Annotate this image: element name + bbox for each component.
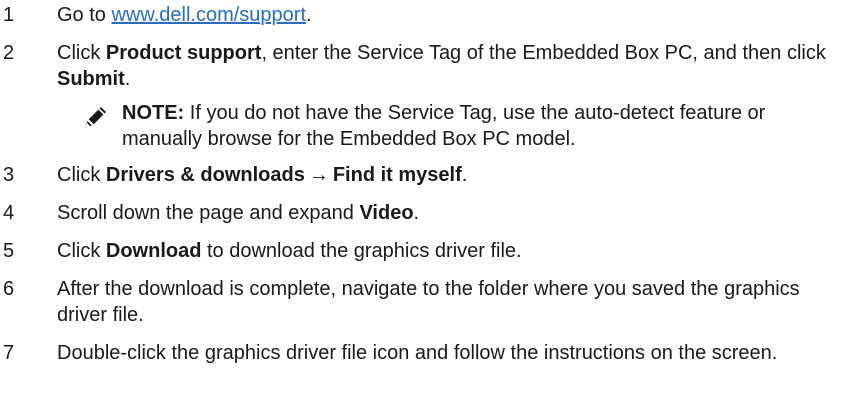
step-number: 4: [3, 202, 15, 224]
step-text-part: Click: [57, 164, 106, 186]
support-link[interactable]: www.dell.com/support: [111, 4, 306, 26]
submit-label: Submit: [57, 68, 125, 90]
product-support-label: Product support: [105, 42, 262, 64]
step-4: 4 Scroll down the page and expand Video.: [0, 200, 848, 226]
steps-list: 1 Go to www.dell.com/support. 2 Click Pr…: [0, 0, 848, 366]
step-text-part: Go to: [57, 4, 112, 26]
step-number: 7: [3, 342, 15, 364]
step-text-part: .: [413, 202, 420, 224]
step-text-part: to download the graphics driver file.: [201, 240, 522, 262]
step-3: 3 Click Drivers & downloads → Find it myse…: [0, 162, 848, 188]
step-text: Click Drivers & downloads → Find it myself…: [57, 162, 832, 188]
step-2: 2 Click Product support, enter the Servi…: [0, 40, 848, 92]
step-number: 6: [3, 278, 15, 300]
step-7: 7 Double-click the graphics driver file …: [0, 340, 848, 366]
drivers-downloads-label: Drivers & downloads: [105, 164, 305, 186]
step-text-part: , enter the Service Tag of the Embedded …: [261, 42, 826, 64]
step-number: 2: [3, 42, 15, 64]
step-text-part: Click: [57, 240, 106, 262]
download-label: Download: [105, 240, 202, 262]
step-text-part: Scroll down the page and expand: [57, 202, 360, 224]
step-text: Go to www.dell.com/support.: [57, 2, 832, 28]
step-text: After the download is complete, navigate…: [57, 278, 800, 326]
step-text: Double-click the graphics driver file ic…: [57, 342, 778, 364]
step-text: Scroll down the page and expand Video.: [57, 200, 832, 226]
step-6: 6 After the download is complete, naviga…: [0, 276, 848, 328]
pencil-note-icon: [82, 103, 110, 131]
step-text-part: .: [461, 164, 468, 186]
find-it-myself-label: Find it myself: [332, 164, 462, 186]
note-body: If you do not have the Service Tag, use …: [122, 102, 766, 150]
arrow-icon: →: [308, 164, 329, 186]
note-text: NOTE: If you do not have the Service Tag…: [122, 100, 822, 152]
step-5: 5 Click Download to download the graphic…: [0, 238, 848, 264]
step-number: 5: [3, 240, 15, 262]
step-number: 3: [3, 164, 15, 186]
step-number: 1: [3, 4, 15, 26]
step-text-part: .: [124, 68, 131, 90]
step-text: Click Download to download the graphics …: [57, 238, 832, 264]
note-callout: NOTE: If you do not have the Service Tag…: [82, 100, 842, 152]
note-label: NOTE:: [122, 102, 185, 124]
step-text: Click Product support, enter the Service…: [57, 40, 832, 92]
step-text-part: Click: [57, 42, 106, 64]
video-label: Video: [359, 202, 414, 224]
step-1: 1 Go to www.dell.com/support.: [0, 2, 848, 28]
step-text-part: .: [306, 4, 312, 26]
